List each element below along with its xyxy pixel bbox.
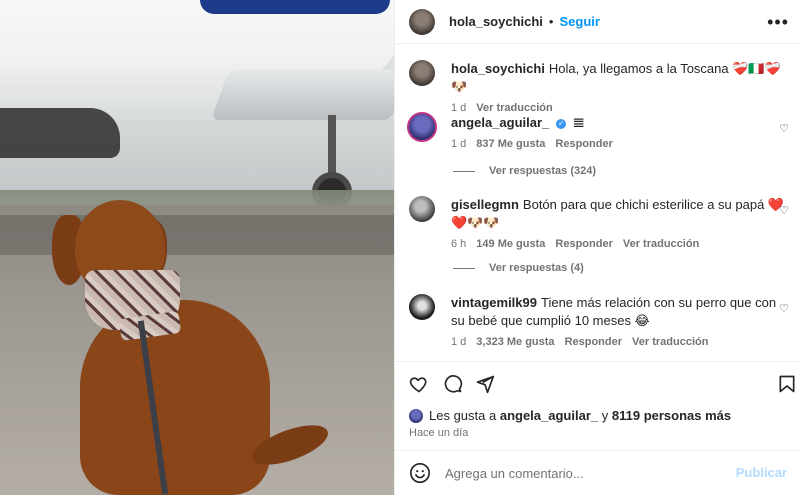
heart-icon[interactable] (409, 374, 429, 394)
comment-username[interactable]: angela_aguilar_ (451, 115, 549, 130)
more-icon[interactable]: ••• (767, 12, 789, 33)
caption-meta: 1 d Ver traducción (451, 102, 789, 114)
verified-icon: ✓ (556, 118, 567, 129)
photo-plane-engine (0, 108, 120, 158)
comment-meta: 6 h 149 Me gusta Responder Ver traducció… (451, 238, 789, 250)
likes-user[interactable]: angela_aguilar_ (500, 408, 598, 423)
view-replies-label: Ver respuestas (4) (489, 262, 584, 274)
avatar[interactable] (409, 196, 435, 222)
replies-divider (453, 170, 475, 172)
action-bar (395, 362, 800, 404)
photo-plane-wing (210, 70, 394, 120)
comments-list[interactable]: hola_soychichi Hola, ya llegamos a la Tos… (395, 44, 800, 362)
comment-likes[interactable]: 837 Me gusta (476, 138, 545, 150)
comment-username[interactable]: vintagemilk99 (451, 295, 537, 310)
post-header: hola_soychichi • Seguir ••• (395, 0, 800, 44)
post-time: Hace un día (409, 427, 469, 439)
save-icon[interactable] (777, 374, 797, 394)
comment-likes[interactable]: 3,323 Me gusta (476, 336, 554, 348)
view-replies-link[interactable]: Ver respuestas (4) (453, 262, 584, 274)
avatar[interactable] (407, 112, 437, 142)
caption: hola_soychichi Hola, ya llegamos a la Tos… (409, 60, 789, 114)
heart-icon[interactable]: ♡ (779, 122, 789, 135)
avatar[interactable] (409, 8, 435, 35)
likes-middle: y (601, 408, 609, 423)
translate-link[interactable]: Ver traducción (623, 238, 699, 250)
heart-icon[interactable]: ♡ (779, 204, 789, 217)
comment-item: gisellegmn Botón para que chichi esterili… (409, 196, 789, 250)
comment-meta: 1 d 3,323 Me gusta Responder Ver traducc… (451, 336, 789, 348)
likes-prefix: Les gusta a (429, 408, 497, 423)
comment-time: 1 d (451, 138, 467, 150)
reply-button[interactable]: Responder (555, 238, 612, 250)
comment-time: 6 h (451, 238, 467, 250)
post-panel: hola_soychichi • Seguir ••• hola_soychic… (394, 0, 800, 495)
likes-rest[interactable]: 8119 personas más (612, 408, 731, 423)
publish-button[interactable]: Publicar (736, 465, 787, 480)
reply-button[interactable]: Responder (565, 336, 622, 348)
view-replies-label: Ver respuestas (324) (489, 165, 597, 177)
heart-icon[interactable]: ♡ (779, 302, 789, 315)
likes-summary[interactable]: Les gusta a angela_aguilar_ y 8119 perso… (409, 408, 731, 423)
caption-time: 1 d (451, 102, 467, 114)
comment-likes[interactable]: 149 Me gusta (476, 238, 545, 250)
photo-plane-stripe (200, 0, 390, 14)
separator-dot: • (548, 14, 554, 29)
comment-icon[interactable] (443, 374, 463, 394)
comment-time: 1 d (451, 336, 467, 348)
post-photo[interactable] (0, 0, 394, 495)
caption-username[interactable]: hola_soychichi (451, 61, 545, 76)
follow-button[interactable]: Seguir (559, 14, 599, 29)
comment-input[interactable]: Agrega un comentario... (445, 466, 584, 481)
avatar[interactable] (409, 60, 435, 86)
photo-landing-strut (328, 115, 336, 175)
post-username[interactable]: hola_soychichi (449, 14, 543, 29)
avatar (409, 408, 423, 423)
comment-meta: 1 d 837 Me gusta Responder (451, 138, 789, 150)
translate-link[interactable]: Ver traducción (632, 336, 708, 348)
add-comment-bar: Agrega un comentario... Publicar (395, 450, 800, 495)
comment-item: vintagemilk99 Tiene más relación con su p… (409, 294, 789, 348)
caption-translate-link[interactable]: Ver traducción (476, 102, 552, 114)
comment-username[interactable]: gisellegmn (451, 197, 519, 212)
comment-item: angela_aguilar_ ✓ 𝌆 1 d 837 Me gusta Resp… (407, 112, 789, 150)
share-icon[interactable] (475, 374, 495, 394)
avatar[interactable] (409, 294, 435, 320)
view-replies-link[interactable]: Ver respuestas (324) (453, 165, 596, 177)
emoji-icon[interactable] (409, 462, 431, 484)
comment-text: 𝌆 (572, 115, 585, 130)
replies-divider (453, 267, 475, 269)
reply-button[interactable]: Responder (555, 138, 612, 150)
